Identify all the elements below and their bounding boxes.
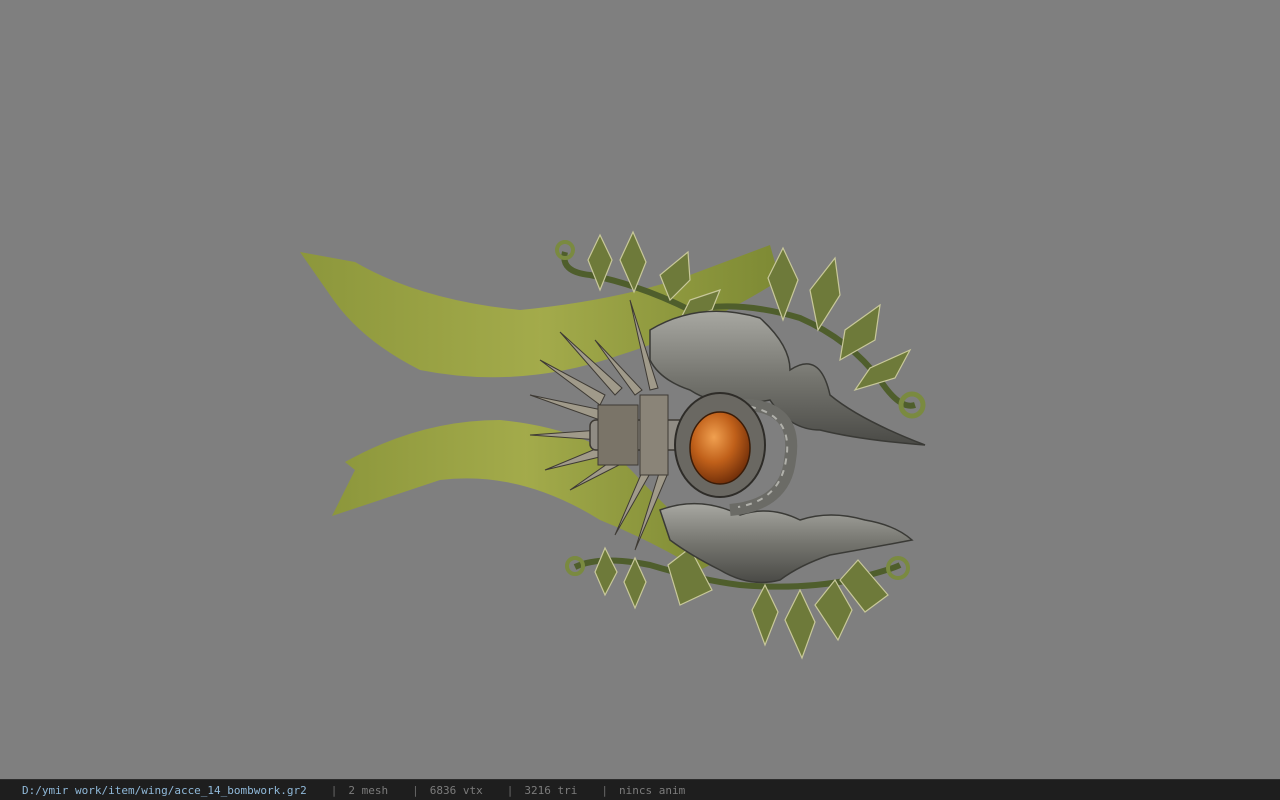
separator: | <box>601 783 608 797</box>
triangle-count: 3216 tri <box>524 783 578 797</box>
separator: | <box>330 783 338 797</box>
status-bar: D:/ymir work/item/wing/acce_14_bombwork.… <box>0 779 1280 800</box>
orange-gem <box>689 411 751 485</box>
separator: | <box>506 783 514 797</box>
file-path: D:/ymir work/item/wing/acce_14_bombwork.… <box>22 783 307 797</box>
mesh-count: 2 mesh <box>348 783 389 797</box>
anim-status: nincs anim <box>619 783 686 797</box>
vertex-count: 6836 vtx <box>429 783 483 797</box>
wing-accessory-model <box>300 230 926 660</box>
3d-viewport[interactable] <box>0 0 1280 779</box>
separator: | <box>412 783 419 797</box>
